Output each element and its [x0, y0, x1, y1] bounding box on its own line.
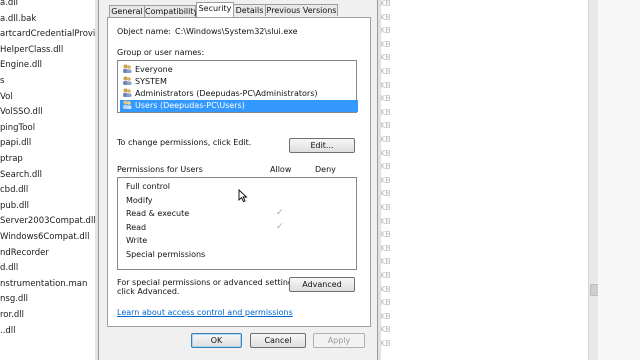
- file-size-unit: KB: [380, 325, 391, 335]
- deny-header: Deny: [315, 165, 336, 174]
- group-name: Users (Deepudas-PC\Users): [135, 101, 245, 110]
- file-size-unit: KB: [380, 148, 391, 158]
- file-name[interactable]: ..dll: [0, 326, 16, 336]
- tab-previous-versions[interactable]: Previous Versions: [265, 4, 338, 16]
- permissions-for-label: Permissions for Users: [117, 165, 203, 174]
- advanced-button[interactable]: Advanced: [289, 277, 355, 292]
- file-name[interactable]: ptrap: [0, 154, 23, 164]
- permissions-list[interactable]: Full control Modify Read & execute ✓ Rea…: [117, 177, 357, 270]
- users-icon: [122, 88, 132, 97]
- file-size-unit: KB: [380, 162, 391, 172]
- users-icon: [122, 64, 132, 73]
- group-name: Administrators (Deepudas-PC\Administrato…: [135, 89, 318, 98]
- file-name[interactable]: d.dll: [0, 263, 18, 273]
- file-name[interactable]: nstrumentation.man: [0, 279, 87, 289]
- learn-access-control-link[interactable]: Learn about access control and permissio…: [117, 308, 293, 317]
- file-size-unit: KB: [380, 0, 391, 8]
- file-name[interactable]: Server2003Compat.dll: [0, 216, 96, 226]
- cancel-button[interactable]: Cancel: [250, 333, 306, 348]
- file-size-unit: KB: [380, 271, 391, 280]
- file-size-unit: KB: [380, 121, 391, 131]
- file-size-unit: KB: [380, 311, 391, 321]
- file-name[interactable]: a.dll.bak: [0, 14, 36, 24]
- file-name[interactable]: HelperClass.dll: [0, 45, 63, 55]
- special-permissions-text: For special permissions or advanced sett…: [117, 278, 300, 287]
- file-size-unit: KB: [380, 12, 391, 22]
- permission-read-execute: Read & execute: [126, 209, 190, 218]
- file-name[interactable]: ndRecorder: [0, 248, 49, 258]
- permission-special: Special permissions: [126, 250, 206, 259]
- file-size-unit: KB: [380, 243, 391, 253]
- file-size-unit: KB: [380, 257, 391, 267]
- file-name[interactable]: s: [0, 76, 4, 86]
- allow-header: Allow: [270, 165, 292, 174]
- tab-compatibility[interactable]: Compatibility: [144, 5, 198, 17]
- users-icon: [122, 76, 132, 85]
- mouse-cursor-icon: [238, 188, 248, 205]
- file-name[interactable]: nsg.dll: [0, 294, 28, 304]
- group-name: SYSTEM: [135, 77, 167, 86]
- file-size-unit: KB: [380, 67, 391, 76]
- group-name: Everyone: [135, 65, 173, 74]
- file-name[interactable]: papi.dll: [0, 138, 31, 148]
- file-name[interactable]: Search.dll: [0, 170, 42, 180]
- file-size-unit: KB: [380, 339, 391, 348]
- change-permissions-text: To change permissions, click Edit.: [117, 138, 252, 147]
- users-icon: [122, 100, 132, 109]
- permission-read: Read: [126, 223, 147, 232]
- file-size-unit: KB: [380, 203, 391, 212]
- list-item[interactable]: SYSTEM: [122, 76, 354, 88]
- file-size-unit: KB: [380, 26, 391, 36]
- click-advanced-text: click Advanced.: [117, 287, 180, 296]
- file-size-unit: KB: [380, 107, 391, 117]
- file-name[interactable]: ror.dll: [0, 310, 24, 320]
- group-list[interactable]: Everyone SYSTEM Administrators (Deepudas…: [117, 60, 358, 113]
- apply-button[interactable]: Apply: [313, 333, 365, 348]
- permission-full-control: Full control: [126, 182, 170, 191]
- allow-check-read: ✓: [276, 222, 284, 232]
- group-names-label: Group or user names:: [117, 48, 205, 57]
- file-size-unit: KB: [380, 175, 391, 185]
- file-name[interactable]: Windows6Compat.dll: [0, 232, 90, 242]
- file-size-unit: KB: [380, 216, 391, 226]
- file-name[interactable]: Vol: [0, 92, 13, 102]
- file-size-panel: [378, 0, 592, 360]
- file-size-unit: KB: [380, 298, 391, 308]
- allow-check-read-execute: ✓: [276, 208, 284, 218]
- file-name[interactable]: pingTool: [0, 123, 35, 133]
- window-edge: [598, 0, 640, 360]
- file-size-unit: KB: [380, 230, 391, 240]
- list-item-selected[interactable]: Users (Deepudas-PC\Users): [120, 100, 358, 112]
- file-name[interactable]: Engine.dll: [0, 60, 42, 70]
- file-size-unit: KB: [380, 53, 391, 63]
- file-size-unit: KB: [380, 80, 391, 90]
- tab-general[interactable]: General: [109, 5, 145, 17]
- file-size-unit: KB: [380, 39, 391, 49]
- file-name[interactable]: artcardCredentialProvider: [0, 29, 109, 39]
- file-name[interactable]: cbd.dll: [0, 185, 28, 195]
- list-item[interactable]: Administrators (Deepudas-PC\Administrato…: [122, 88, 354, 100]
- file-name[interactable]: a.dll: [0, 0, 18, 8]
- file-size-unit: KB: [380, 189, 391, 199]
- file-name[interactable]: VolSSO.dll: [0, 107, 43, 117]
- object-name-label: Object name:: [117, 27, 171, 36]
- tab-security[interactable]: Security: [196, 2, 234, 17]
- permission-write: Write: [126, 236, 148, 245]
- edit-button[interactable]: Edit...: [289, 138, 355, 153]
- file-size-unit: KB: [380, 284, 391, 294]
- file-size-unit: KB: [380, 135, 391, 144]
- permission-modify: Modify: [126, 196, 153, 205]
- ok-button[interactable]: OK: [191, 333, 242, 348]
- object-name-value: C:\Windows\System32\slui.exe: [175, 27, 298, 36]
- tab-details[interactable]: Details: [233, 4, 266, 16]
- file-name[interactable]: pub.dll: [0, 201, 29, 211]
- list-item[interactable]: Everyone: [122, 64, 354, 76]
- file-size-unit: KB: [380, 94, 391, 104]
